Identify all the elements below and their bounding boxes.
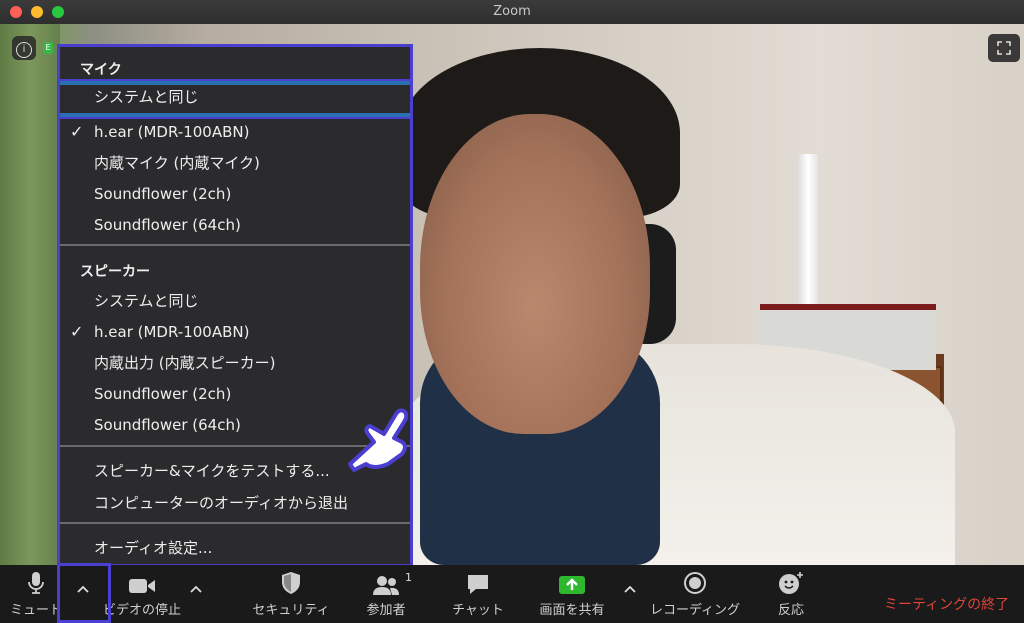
record-button[interactable]: レコーディング xyxy=(646,565,744,623)
mic-item-system[interactable]: システムと同じ xyxy=(58,79,412,119)
audio-settings-label: オーディオ設定... xyxy=(94,539,213,557)
audio-options-menu: マイク システムと同じ ✓ h.ear (MDR-100ABN) 内蔵マイク (… xyxy=(57,44,413,567)
participants-icon xyxy=(373,576,399,595)
mic-item-label: Soundflower (2ch) xyxy=(94,185,232,203)
window-title: Zoom xyxy=(493,4,531,19)
fullscreen-button[interactable] xyxy=(988,34,1020,62)
share-screen-label: 画面を共有 xyxy=(539,603,605,618)
leave-audio-label: コンピューターのオーディオから退出 xyxy=(94,494,348,512)
security-label: セキュリティ xyxy=(252,603,330,618)
mic-item-hear[interactable]: ✓ h.ear (MDR-100ABN) xyxy=(60,118,410,146)
audio-settings-item[interactable]: オーディオ設定... xyxy=(60,534,410,562)
speaker-item-label: h.ear (MDR-100ABN) xyxy=(94,323,250,341)
speaker-item-system[interactable]: システムと同じ xyxy=(60,287,410,315)
speaker-item-builtin[interactable]: 内蔵出力 (内蔵スピーカー) xyxy=(60,349,410,377)
speaker-item-label: Soundflower (64ch) xyxy=(94,416,241,434)
participants-label: 参加者 xyxy=(366,603,406,618)
encryption-badge: E xyxy=(43,42,53,54)
participants-count: 1 xyxy=(405,571,412,584)
checkmark-icon: ✓ xyxy=(70,322,84,341)
share-screen-button[interactable]: 画面を共有 xyxy=(534,565,610,623)
speaker-item-label: 内蔵出力 (内蔵スピーカー) xyxy=(94,354,276,372)
video-camera-icon xyxy=(129,579,155,593)
speaker-item-label: システムと同じ xyxy=(94,292,199,310)
reactions-label: 反応 xyxy=(777,603,804,618)
speaker-item-hear[interactable]: ✓ h.ear (MDR-100ABN) xyxy=(60,318,410,346)
pointing-hand-icon xyxy=(348,408,409,472)
mic-item-label: h.ear (MDR-100ABN) xyxy=(94,123,250,141)
mic-item-label: Soundflower (64ch) xyxy=(94,216,241,234)
chat-button[interactable]: チャット xyxy=(448,565,508,623)
test-audio-label: スピーカー&マイクをテストする... xyxy=(94,462,330,480)
mic-item-soundflower-2ch[interactable]: Soundflower (2ch) xyxy=(60,180,410,208)
record-icon xyxy=(684,572,706,594)
record-label: レコーディング xyxy=(649,603,741,618)
menu-divider xyxy=(60,522,410,524)
reactions-button[interactable]: 反応 xyxy=(766,565,816,623)
meeting-toolbar: ミュート ビデオの停止 セキュリティ 参加者 1 チャット 画面を共有 レコーデ… xyxy=(0,565,1024,623)
stop-video-button[interactable]: ビデオの停止 xyxy=(100,565,184,623)
window-titlebar: Zoom xyxy=(0,0,1024,25)
meeting-info-button[interactable]: i xyxy=(12,36,36,60)
chevron-up-icon xyxy=(190,585,202,593)
mic-item-builtin[interactable]: 内蔵マイク (内蔵マイク) xyxy=(60,149,410,177)
end-meeting-button[interactable]: ミーティングの終了 xyxy=(884,594,1009,614)
speaker-item-label: Soundflower (2ch) xyxy=(94,385,232,403)
menu-divider xyxy=(60,244,410,246)
checkmark-icon: ✓ xyxy=(70,122,84,141)
security-button[interactable]: セキュリティ xyxy=(248,565,334,623)
chat-label: チャット xyxy=(452,603,504,618)
chevron-up-icon xyxy=(624,585,636,593)
mic-section-header: マイク xyxy=(80,62,122,78)
mic-item-soundflower-64ch[interactable]: Soundflower (64ch) xyxy=(60,211,410,239)
leave-audio-item[interactable]: コンピューターのオーディオから退出 xyxy=(60,489,410,517)
background-curtain xyxy=(0,24,60,565)
stop-video-label: ビデオの停止 xyxy=(102,603,181,618)
microphone-icon xyxy=(28,572,44,594)
mic-item-label: 内蔵マイク (内蔵マイク) xyxy=(94,154,260,172)
video-options-caret[interactable] xyxy=(186,579,206,599)
info-icon: i xyxy=(16,42,32,58)
person-face xyxy=(420,114,650,434)
share-options-caret[interactable] xyxy=(620,579,640,599)
shield-icon xyxy=(282,572,300,594)
mic-item-label: システムと同じ xyxy=(94,88,199,106)
fullscreen-icon xyxy=(997,41,1011,55)
speaker-section-header: スピーカー xyxy=(80,264,150,280)
emoji-add-icon xyxy=(779,572,803,594)
highlight-box xyxy=(57,563,111,623)
share-screen-icon xyxy=(559,576,585,594)
chat-bubble-icon xyxy=(468,575,488,594)
